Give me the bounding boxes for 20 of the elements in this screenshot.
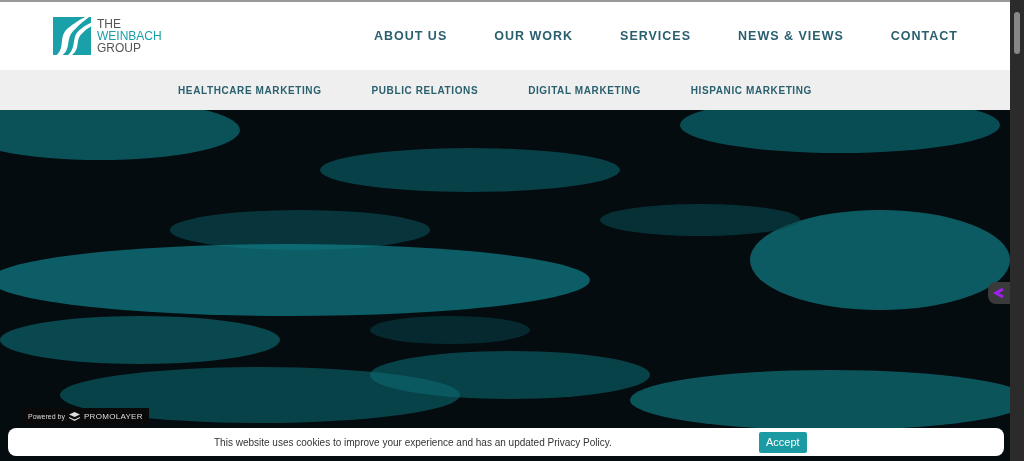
logo-icon [53,17,91,55]
scrollbar[interactable] [1010,0,1024,461]
chevron-icon [993,287,1005,299]
logo-text: THE [97,18,122,30]
logo-text: WEINBACH [97,30,162,42]
subnav-link[interactable]: HEALTHCARE MARKETING [178,84,322,96]
subnav-link[interactable]: HISPANIC MARKETING [690,84,812,96]
nav-link[interactable]: CONTACT [890,29,958,43]
subnav-link[interactable]: PUBLIC RELATIONS [371,84,479,96]
scrollbar-thumb[interactable] [1014,12,1020,54]
cookie-text: This website uses cookies to improve your experience and has an updated Privacy Policy. [214,436,612,448]
nav-link[interactable]: ABOUT US [373,29,448,43]
subnav-link[interactable]: DIGITAL MARKETING [528,84,641,96]
nav-link[interactable]: OUR WORK [494,29,574,43]
nav-link[interactable]: NEWS & VIEWS [738,29,844,43]
logo-text: GROUP [97,42,142,54]
layers-icon [68,412,80,421]
badge-brand: PROMOLAYER [83,412,143,421]
nav-link[interactable]: SERVICES [620,29,692,43]
side-tab[interactable] [988,282,1010,304]
